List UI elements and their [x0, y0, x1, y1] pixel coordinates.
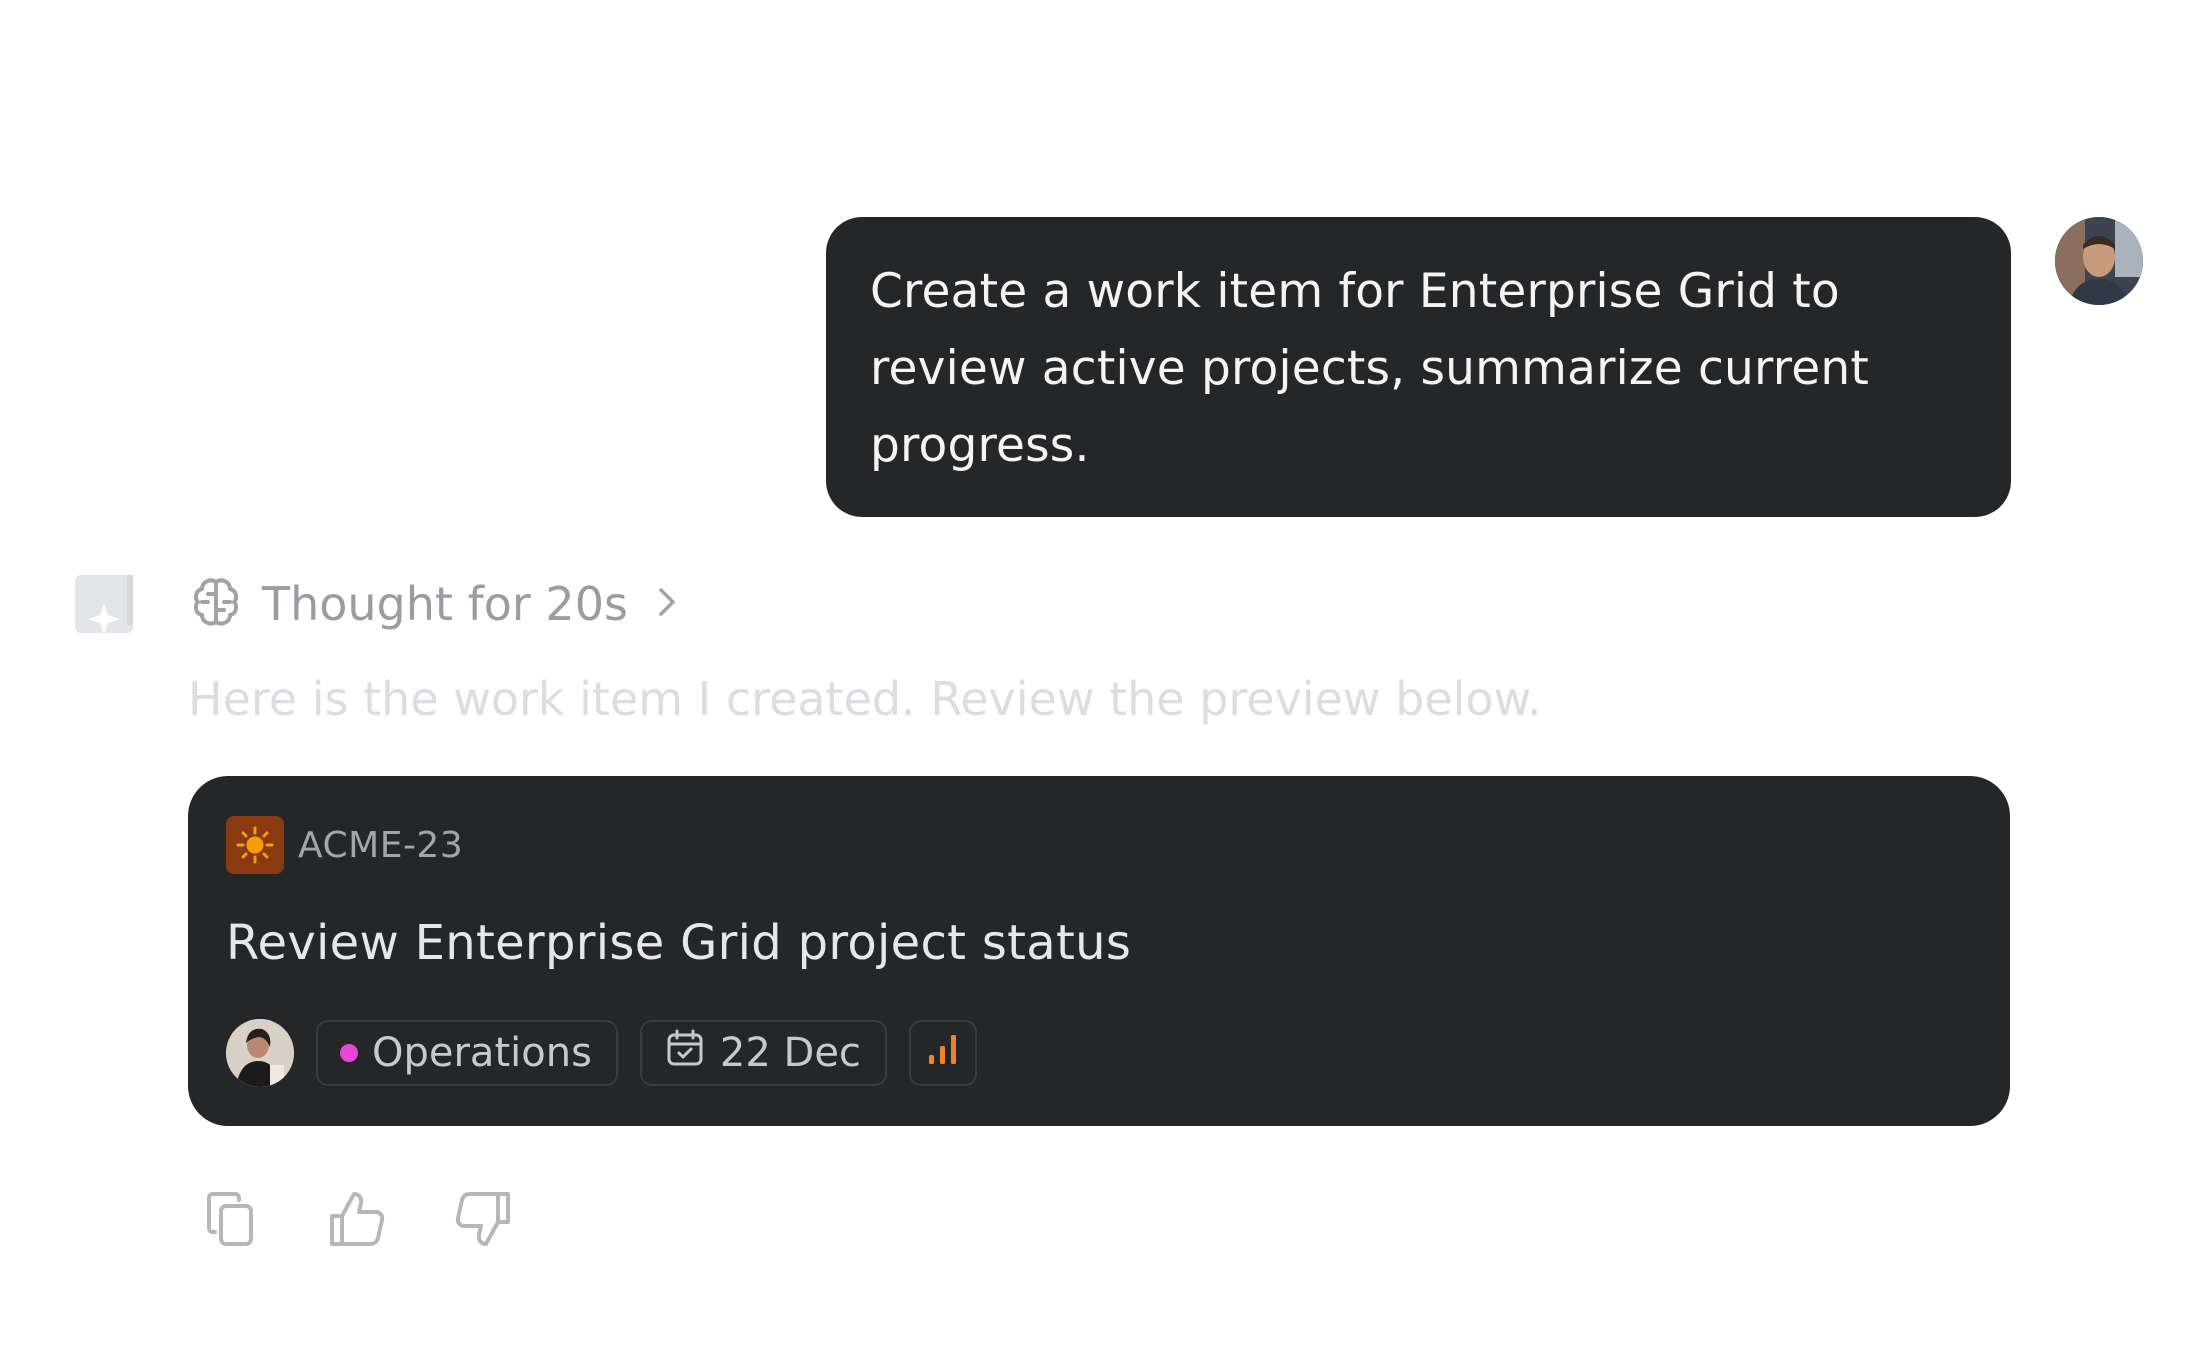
work-item-title[interactable]: Review Enterprise Grid project status [226, 915, 1131, 971]
due-date-label: 22 Dec [719, 1030, 861, 1076]
user-avatar[interactable] [2055, 217, 2143, 305]
user-avatar-image [2055, 217, 2143, 305]
user-message-bubble: Create a work item for Enterprise Grid t… [826, 217, 2011, 517]
assistant-reply-text: Here is the work item I created. Review … [188, 672, 1542, 726]
team-chip[interactable]: Operations [316, 1020, 618, 1086]
calendar-icon [664, 1027, 706, 1079]
thought-toggle[interactable]: Thought for 20s [188, 572, 686, 636]
work-item-id-row: ACME-23 [226, 816, 463, 874]
user-message-text: Create a work item for Enterprise Grid t… [870, 264, 1869, 473]
due-date-chip[interactable]: 22 Dec [639, 1020, 887, 1086]
team-label: Operations [372, 1030, 592, 1076]
thumbs-down-icon [452, 1188, 514, 1254]
thought-label: Thought for 20s [262, 577, 628, 631]
work-item-meta: Operations 22 Dec [226, 1019, 977, 1087]
priority-bars-icon [923, 1028, 963, 1078]
thumbs-up-icon [326, 1188, 388, 1254]
thumbs-up-button[interactable] [326, 1190, 388, 1252]
copy-button[interactable] [200, 1190, 262, 1252]
brain-icon [188, 574, 244, 634]
copy-icon [203, 1188, 259, 1254]
assignee-avatar[interactable] [226, 1019, 294, 1087]
priority-chip[interactable] [908, 1020, 977, 1086]
feedback-actions [200, 1190, 514, 1252]
team-color-dot [340, 1044, 358, 1062]
sun-icon [226, 816, 284, 874]
thumbs-down-button[interactable] [452, 1190, 514, 1252]
chevron-right-icon [646, 582, 686, 626]
work-item-id[interactable]: ACME-23 [298, 825, 463, 866]
assistant-logo-icon [73, 573, 135, 635]
